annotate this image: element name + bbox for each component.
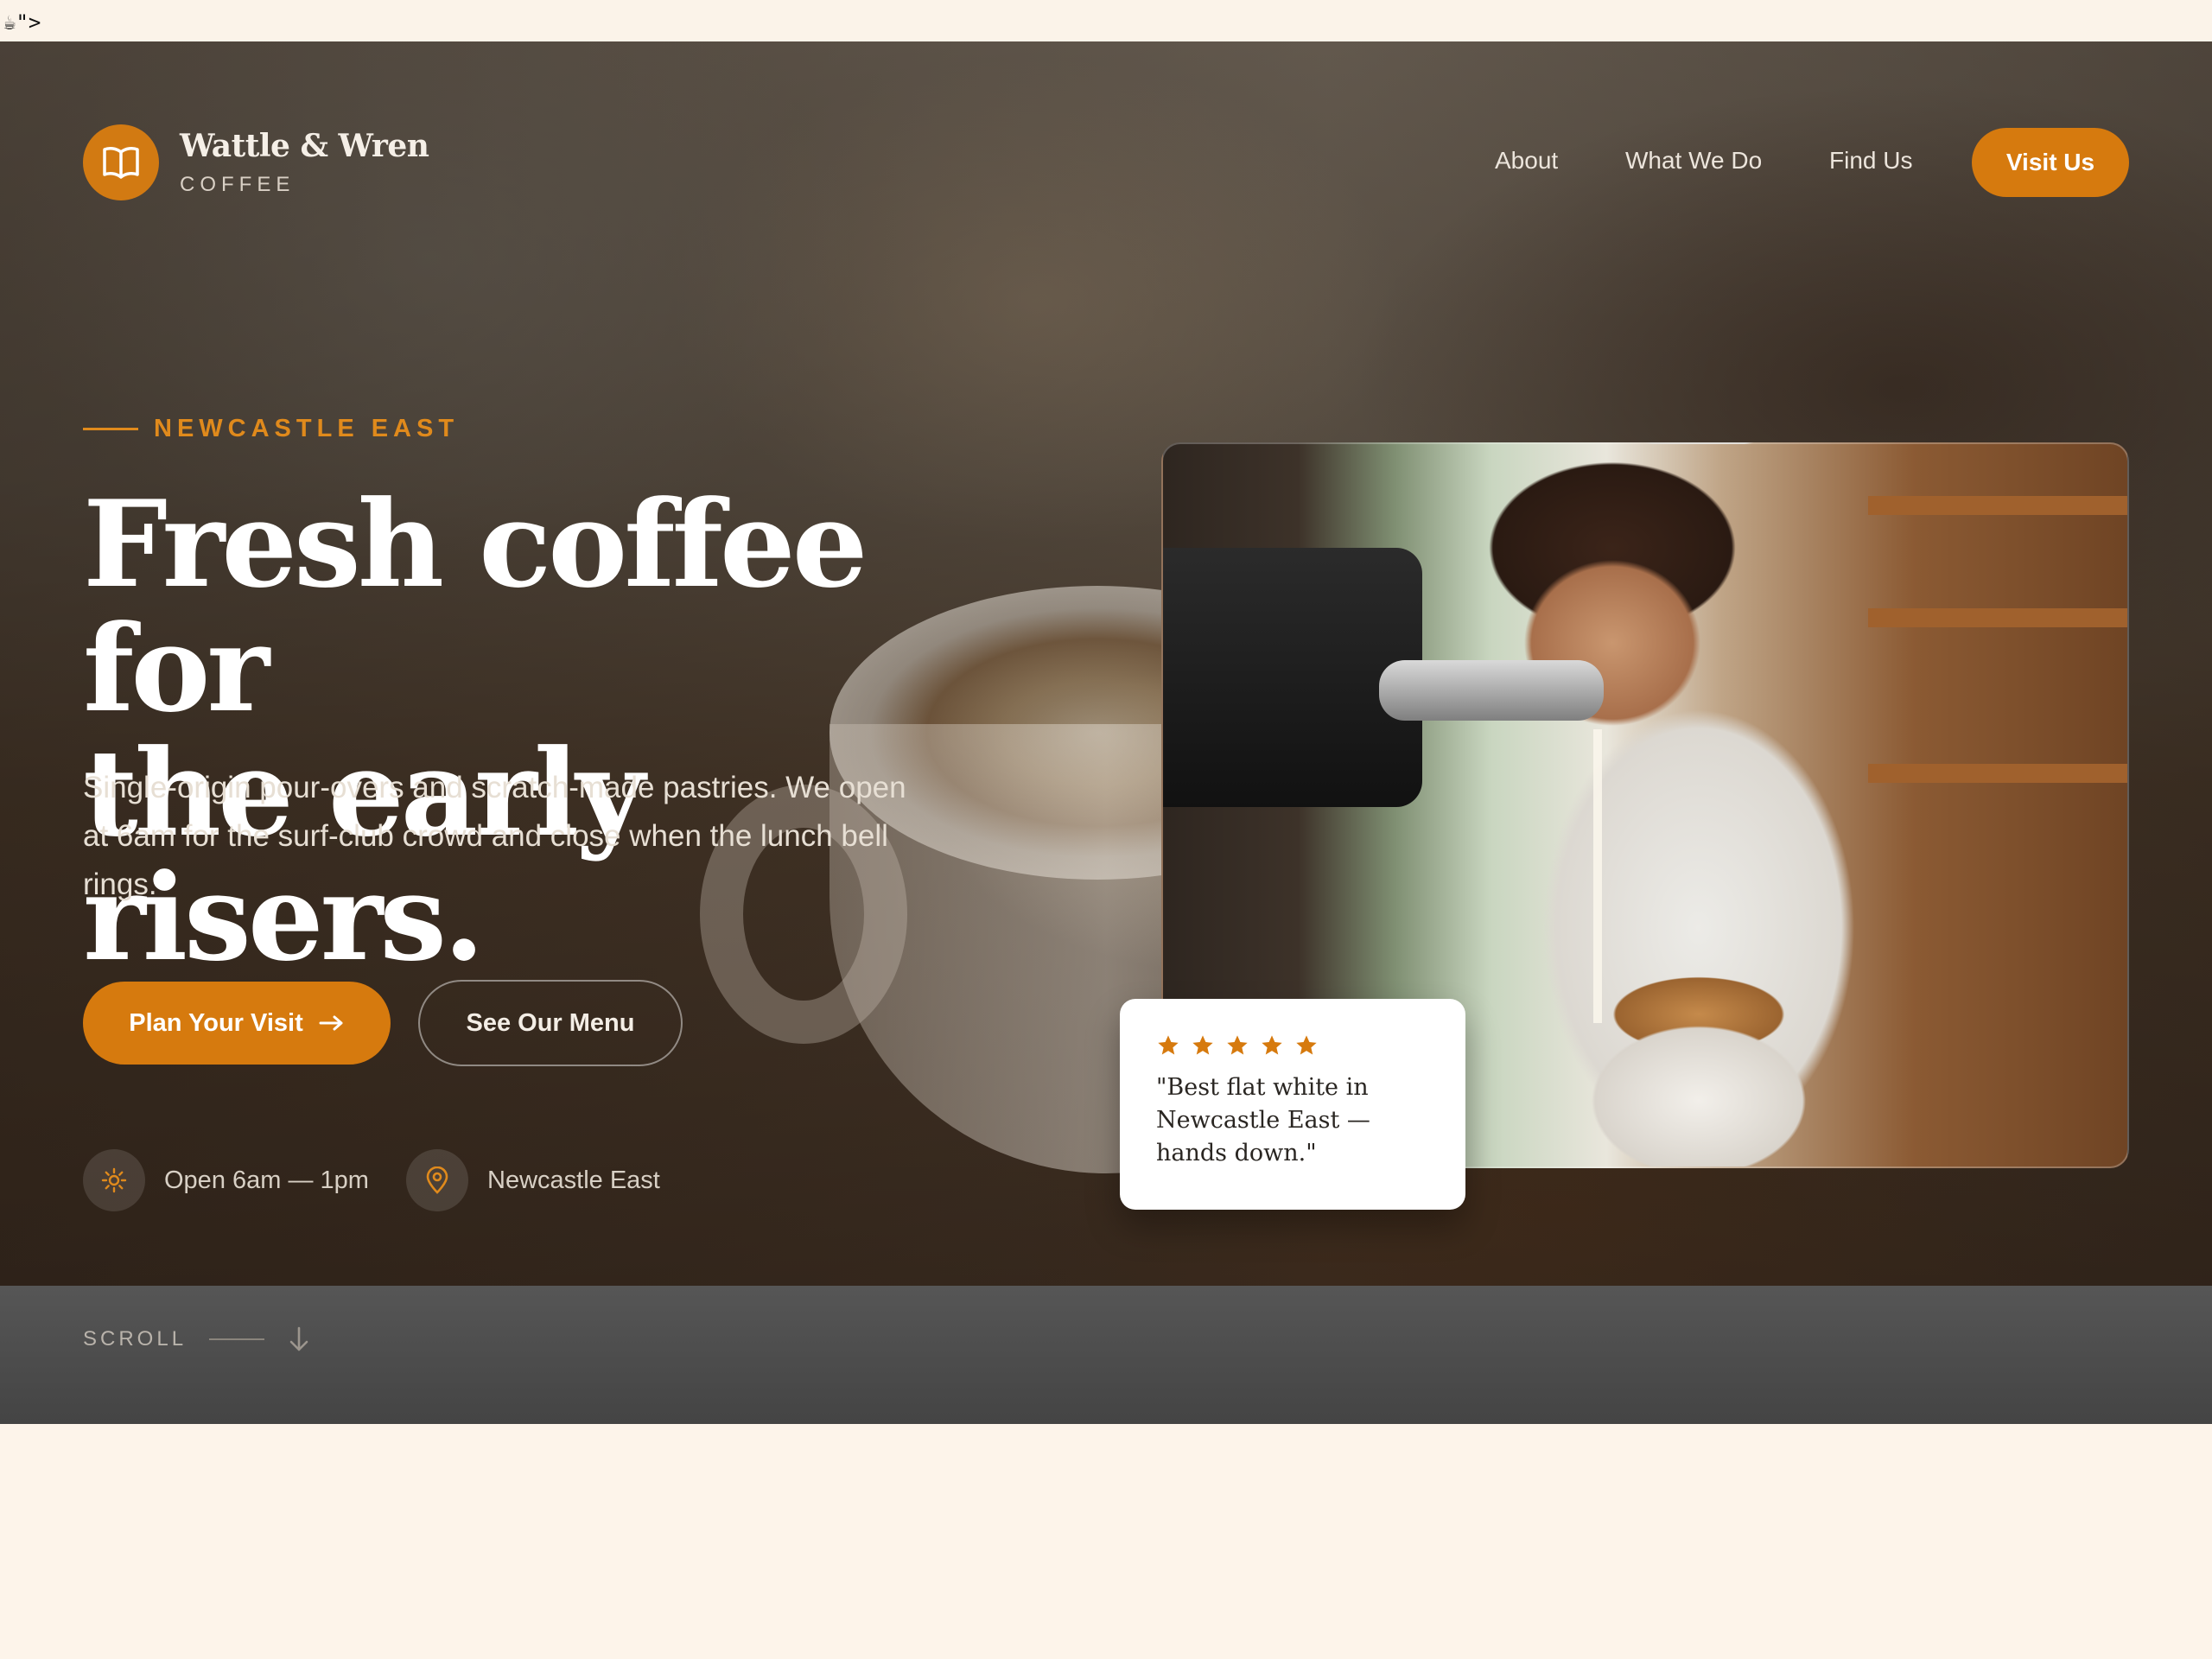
- photo-shelf: [1868, 764, 2127, 783]
- star-icon: [1192, 1035, 1213, 1055]
- nav-link-about[interactable]: About: [1495, 147, 1558, 175]
- star-icon: [1262, 1035, 1282, 1055]
- star-icon: [1227, 1035, 1248, 1055]
- kicker-text: NEWCASTLE EAST: [154, 415, 460, 442]
- arrow-down-icon: [289, 1326, 308, 1351]
- photo-shelf: [1868, 496, 2127, 515]
- brand-name[interactable]: Wattle & Wren: [180, 128, 429, 164]
- scroll-label: SCROLL: [83, 1327, 188, 1351]
- review-quote: "Best flat white in Newcastle East — han…: [1156, 1074, 1370, 1166]
- star-icon: [1296, 1035, 1317, 1055]
- kicker-rule: [83, 428, 138, 430]
- hero-description: Single-origin pour-overs and scratch-mad…: [83, 771, 906, 901]
- review-card: "Best flat white in Newcastle East — han…: [1120, 999, 1465, 1210]
- location-kicker: NEWCASTLE EAST: [83, 415, 459, 443]
- plan-your-visit-button[interactable]: Plan Your Visit: [83, 982, 391, 1065]
- visit-us-button[interactable]: Visit Us: [1972, 128, 2129, 197]
- opening-hours: Open 6am — 1pm: [83, 1149, 369, 1211]
- photo-shelf: [1868, 608, 2127, 627]
- arrow-right-icon: [319, 1015, 343, 1031]
- headline-line-1: Fresh coffee for: [83, 474, 868, 739]
- nav-link-what-we-do[interactable]: What We Do: [1625, 147, 1762, 175]
- logo-badge[interactable]: [83, 124, 159, 200]
- location: Newcastle East: [406, 1149, 660, 1211]
- open-book-icon: [103, 147, 139, 179]
- star-icon: [1158, 1035, 1179, 1055]
- steam-wand: [1379, 660, 1604, 721]
- sun-icon: [83, 1149, 145, 1211]
- see-our-menu-button[interactable]: See Our Menu: [418, 980, 683, 1066]
- nav-link-find-us[interactable]: Find Us: [1829, 147, 1912, 175]
- milk-pour: [1593, 729, 1602, 1023]
- brand-tagline: COFFEE: [180, 173, 296, 196]
- map-pin-icon: [406, 1149, 468, 1211]
- plan-your-visit-label: Plan Your Visit: [129, 1008, 303, 1037]
- star-rating: [1156, 1033, 1431, 1058]
- stray-text: ☕">: [0, 0, 2212, 41]
- hero-section: Wattle & Wren COFFEE About What We Do Fi…: [0, 41, 2212, 1286]
- scroll-band: [0, 1286, 2212, 1424]
- scroll-rule: [209, 1338, 265, 1340]
- hours-text: Open 6am — 1pm: [164, 1166, 369, 1194]
- location-text: Newcastle East: [487, 1166, 660, 1194]
- scroll-indicator[interactable]: SCROLL: [83, 1325, 311, 1353]
